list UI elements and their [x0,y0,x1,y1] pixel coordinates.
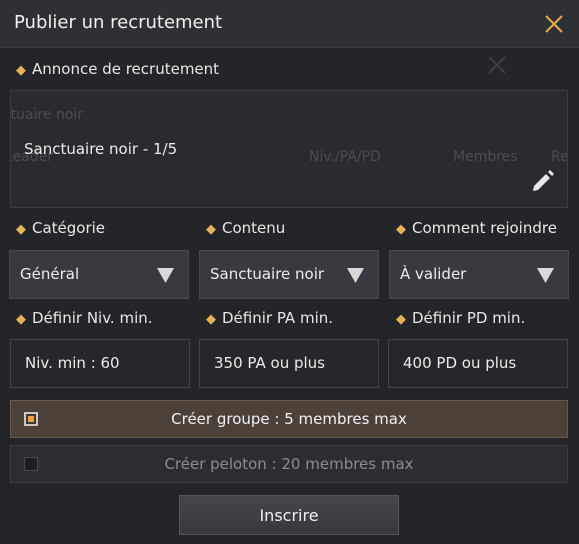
category-label: ◆ Catégorie [16,219,106,237]
content-select[interactable]: Sanctuaire noir [199,250,379,299]
diamond-icon: ◆ [396,312,406,327]
background-text: Membres [453,149,518,165]
min-ap-input[interactable]: 350 PA ou plus [199,339,379,388]
create-group-option[interactable]: Créer groupe : 5 membres max [10,400,568,438]
min-level-input[interactable]: Niv. min : 60 [10,339,190,388]
background-text: Re [551,149,568,165]
join-label: ◆ Comment rejoindre [396,219,557,237]
min-level-value: Niv. min : 60 [25,354,120,372]
diamond-icon: ◆ [16,222,26,237]
announcement-label: ◆ Annonce de recrutement [16,60,220,78]
content-label: ◆ Contenu [206,219,286,237]
announcement-input[interactable]: ctuaire noir Leader Niv./PA/PD Membres R… [10,90,568,208]
min-dp-label: ◆ Définir PD min. [396,309,526,327]
diamond-icon: ◆ [206,312,216,327]
min-dp-input[interactable]: 400 PD ou plus [388,339,568,388]
diamond-icon: ◆ [206,222,216,237]
diamond-icon: ◆ [16,312,26,327]
min-ap-value: 350 PA ou plus [214,354,325,372]
background-close-icon [488,56,506,74]
triangle-down-icon [157,268,174,283]
dialog-title: Publier un recrutement [14,12,223,33]
announcement-text: Sanctuaire noir - 1/5 [24,140,178,158]
content-value: Sanctuaire noir [210,265,325,283]
diamond-icon: ◆ [396,222,406,237]
register-button[interactable]: Inscrire [179,495,399,535]
recruitment-dialog: Publier un recrutement ◆ Annonce de recru… [0,0,579,544]
triangle-down-icon [537,268,554,283]
background-text: Niv./PA/PD [309,149,381,165]
join-value: À valider [400,265,467,283]
register-button-label: Inscrire [259,506,319,525]
join-select[interactable]: À valider [389,250,569,299]
create-platoon-label: Créer peloton : 20 membres max [164,455,414,473]
category-value: Général [20,265,80,283]
pencil-icon[interactable] [529,167,557,195]
background-text: ctuaire noir [10,107,84,123]
create-platoon-option[interactable]: Créer peloton : 20 membres max [10,445,568,483]
min-level-label: ◆ Définir Niv. min. [16,309,153,327]
close-icon[interactable] [543,13,565,35]
dialog-titlebar: Publier un recrutement [0,0,579,48]
min-dp-value: 400 PD ou plus [403,354,517,372]
min-ap-label: ◆ Définir PA min. [206,309,334,327]
diamond-icon: ◆ [16,63,26,78]
triangle-down-icon [347,268,364,283]
create-group-label: Créer groupe : 5 membres max [171,410,407,428]
category-select[interactable]: Général [9,250,189,299]
